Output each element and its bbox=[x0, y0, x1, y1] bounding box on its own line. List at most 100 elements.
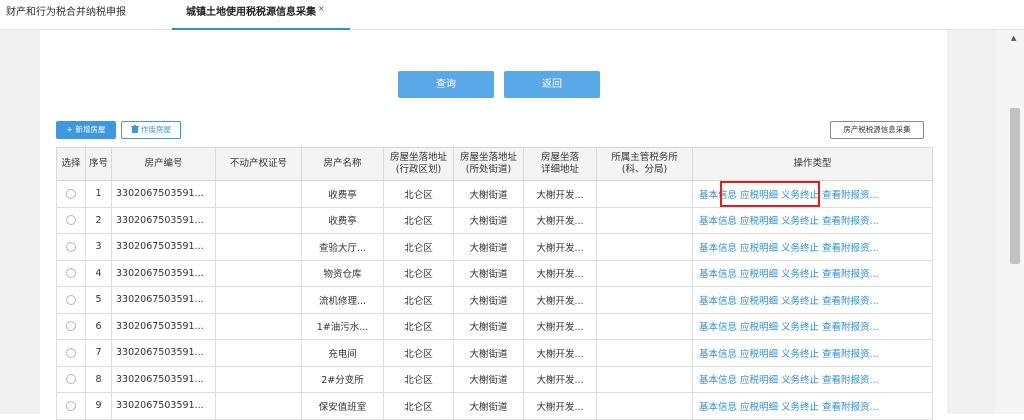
op-view-link[interactable]: 查看附报资... bbox=[822, 322, 879, 333]
row-select-radio[interactable] bbox=[66, 374, 76, 385]
op-terminate-link[interactable]: 义务终止 bbox=[781, 243, 819, 254]
op-view-link[interactable]: 查看附报资... bbox=[822, 349, 879, 360]
op-view-link[interactable]: 查看附报资... bbox=[822, 375, 879, 386]
cell-detail: 大榭开发... bbox=[523, 365, 597, 393]
cell-detail: 大榭开发... bbox=[523, 180, 597, 208]
op-basic-link[interactable]: 基本信息 bbox=[699, 322, 737, 333]
cell-radio bbox=[56, 339, 86, 367]
query-button[interactable]: 查询 bbox=[398, 71, 494, 98]
header-cert-no: 不动产权证号 bbox=[215, 147, 302, 181]
op-terminate-link[interactable]: 义务终止 bbox=[781, 322, 819, 333]
op-terminate-link[interactable]: 义务终止 bbox=[781, 269, 819, 280]
cell-name: 查验大厅... bbox=[301, 233, 384, 261]
scrollbar-thumb[interactable] bbox=[1010, 108, 1020, 264]
header-name: 房产名称 bbox=[301, 147, 384, 181]
cell-cert-no bbox=[215, 233, 302, 261]
op-detail-link[interactable]: 应税明细 bbox=[740, 375, 778, 386]
row-select-radio[interactable] bbox=[66, 215, 76, 226]
table-row[interactable]: 7 3302067503591... 充电间 北仑区 大榭街道 大榭开发... 基本信息 应税… bbox=[56, 339, 933, 367]
op-basic-link[interactable]: 基本信息 bbox=[699, 190, 737, 201]
op-terminate-link[interactable]: 义务终止 bbox=[781, 375, 819, 386]
cell-office bbox=[596, 259, 693, 287]
row-select-radio[interactable] bbox=[66, 268, 76, 279]
property-tax-collect-button[interactable]: 房产税税源信息采集 bbox=[830, 121, 924, 139]
table-row[interactable]: 9 3302067503591... 保安值班室 北仑区 大榭街道 大榭开发... 基本信息… bbox=[56, 392, 933, 420]
op-detail-link[interactable]: 应税明细 bbox=[740, 269, 778, 280]
op-terminate-link[interactable]: 义务终止 bbox=[781, 296, 819, 307]
cell-street: 大榭街道 bbox=[453, 286, 524, 314]
void-property-button[interactable]: 作废房屋 bbox=[121, 121, 181, 139]
trash-icon bbox=[131, 125, 139, 133]
op-basic-link[interactable]: 基本信息 bbox=[699, 269, 737, 280]
cell-property-no: 3302067503591... bbox=[111, 365, 216, 393]
cell-office bbox=[596, 365, 693, 393]
header-addr-region: 房屋坐落地址 (行政区划) bbox=[383, 147, 454, 181]
add-property-button[interactable]: + 新增房屋 bbox=[56, 121, 116, 139]
op-basic-link[interactable]: 基本信息 bbox=[699, 243, 737, 254]
back-button[interactable]: 返回 bbox=[504, 71, 600, 98]
cell-ops: 基本信息 应税明细 义务终止 查看附报资... bbox=[692, 392, 933, 420]
cell-office bbox=[596, 312, 693, 340]
op-terminate-link[interactable]: 义务终止 bbox=[781, 190, 819, 201]
add-property-label: 新增房屋 bbox=[75, 125, 106, 134]
table-row[interactable]: 3 3302067503591... 查验大厅... 北仑区 大榭街道 大榭开发... 基本… bbox=[56, 233, 933, 261]
cell-street: 大榭街道 bbox=[453, 206, 524, 234]
cell-detail: 大榭开发... bbox=[523, 312, 597, 340]
op-basic-link[interactable]: 基本信息 bbox=[699, 349, 737, 360]
op-view-link[interactable]: 查看附报资... bbox=[822, 190, 879, 201]
row-select-radio[interactable] bbox=[66, 347, 76, 358]
op-terminate-link[interactable]: 义务终止 bbox=[781, 349, 819, 360]
cell-detail: 大榭开发... bbox=[523, 286, 597, 314]
table-row[interactable]: 4 3302067503591... 物资仓库 北仑区 大榭街道 大榭开发... 基本信息应… bbox=[56, 259, 933, 287]
table-row[interactable]: 5 3302067503591... 流机修理... 北仑区 大榭街道 大榭开发... 基本… bbox=[56, 286, 933, 314]
cell-street: 大榭街道 bbox=[453, 312, 524, 340]
op-view-link[interactable]: 查看附报资... bbox=[822, 296, 879, 307]
op-basic-link[interactable]: 基本信息 bbox=[699, 216, 737, 227]
op-detail-link[interactable]: 应税明细 bbox=[740, 190, 778, 201]
table-row[interactable]: 1 3302067503591... 收费亭 北仑区 大榭街道 大榭开发... 基本信息 应税… bbox=[56, 180, 933, 208]
op-view-link[interactable]: 查看附报资... bbox=[822, 402, 879, 413]
table-row[interactable]: 8 3302067503591... 2#分变所 北仑区 大榭街道 大榭开发... 基本信息… bbox=[56, 365, 933, 393]
cell-detail: 大榭开发... bbox=[523, 339, 597, 367]
op-detail-link[interactable]: 应税明细 bbox=[740, 322, 778, 333]
op-detail-link[interactable]: 应税明细 bbox=[740, 243, 778, 254]
cell-office bbox=[596, 233, 693, 261]
cell-region: 北仑区 bbox=[383, 365, 454, 393]
cell-ops: 基本信息 应税明细 义务终止 查看附报资... bbox=[692, 286, 933, 314]
op-terminate-link[interactable]: 义务终止 bbox=[781, 402, 819, 413]
close-icon[interactable]: × bbox=[318, 4, 325, 13]
op-basic-link[interactable]: 基本信息 bbox=[699, 375, 737, 386]
cell-ops: 基本信息 应税明细 义务终止 查看附报资... bbox=[692, 312, 933, 340]
row-select-radio[interactable] bbox=[66, 188, 76, 199]
row-select-radio[interactable] bbox=[66, 294, 76, 305]
tab-land-use-tax-collection[interactable]: 城镇土地使用税税源信息采集 × bbox=[172, 0, 350, 30]
table-row[interactable]: 6 3302067503591... 1#油污水... 北仑区 大榭街道 大榭开发... 基… bbox=[56, 312, 933, 340]
tab-property-behavior-tax[interactable]: 财产和行为税合并纳税申报 bbox=[6, 0, 126, 30]
cell-office bbox=[596, 286, 693, 314]
op-terminate-link[interactable]: 义务终止 bbox=[781, 216, 819, 227]
cell-cert-no bbox=[215, 392, 302, 420]
cell-ops: 基本信息 应税明细 义务终止 查看附报资... bbox=[692, 206, 933, 234]
scroll-up-arrow-icon[interactable]: ▲ bbox=[1011, 34, 1016, 42]
op-detail-link[interactable]: 应税明细 bbox=[740, 402, 778, 413]
op-view-link[interactable]: 查看附报资... bbox=[822, 216, 879, 227]
op-detail-link[interactable]: 应税明细 bbox=[740, 216, 778, 227]
header-tax-office-line2: (科、分局) bbox=[621, 164, 668, 175]
op-view-link[interactable]: 查看附报资... bbox=[822, 243, 879, 254]
cell-name: 流机修理... bbox=[301, 286, 384, 314]
header-select: 选择 bbox=[56, 147, 86, 181]
row-select-radio[interactable] bbox=[66, 400, 76, 411]
op-detail-link[interactable]: 应税明细 bbox=[740, 296, 778, 307]
op-basic-link[interactable]: 基本信息 bbox=[699, 402, 737, 413]
cell-property-no: 3302067503591... bbox=[111, 392, 216, 420]
row-select-radio[interactable] bbox=[66, 241, 76, 252]
op-view-link[interactable]: 查看附报资... bbox=[822, 269, 879, 280]
header-addr-detail-line2: 详细地址 bbox=[540, 164, 579, 175]
table-row[interactable]: 2 3302067503591... 收费亭 北仑区 大榭街道 大榭开发... 基本信息 应税… bbox=[56, 206, 933, 234]
row-select-radio[interactable] bbox=[66, 321, 76, 332]
op-detail-link[interactable]: 应税明细 bbox=[740, 349, 778, 360]
cell-radio bbox=[56, 392, 86, 420]
cell-seq: 8 bbox=[85, 365, 112, 393]
cell-name: 收费亭 bbox=[301, 180, 384, 208]
op-basic-link[interactable]: 基本信息 bbox=[699, 296, 737, 307]
